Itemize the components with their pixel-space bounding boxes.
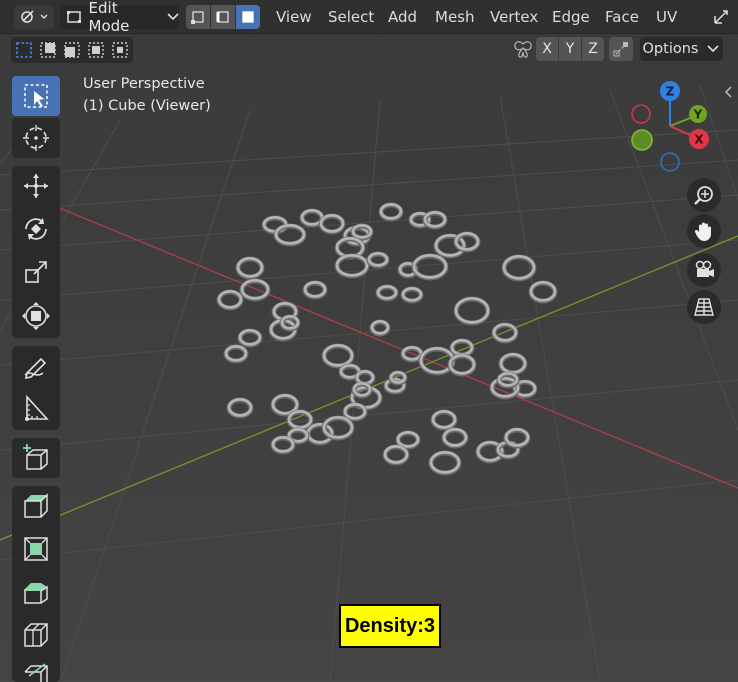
add-cube-icon: [23, 444, 48, 470]
gizmo-neg-y: [631, 129, 653, 151]
gizmo-z-label: Z: [666, 85, 675, 99]
auto-merge-button[interactable]: [609, 37, 633, 61]
tool-select-box[interactable]: [12, 76, 60, 116]
pan-hand-icon: [694, 222, 711, 241]
gizmo-y-label: Y: [693, 108, 703, 122]
rotate-icon: [25, 218, 47, 240]
mirror-y-label: Y: [565, 41, 575, 57]
select-mode-group: [11, 37, 133, 63]
select-intersect-icon[interactable]: [110, 40, 130, 60]
menu-add[interactable]: Add: [382, 6, 423, 28]
tool-move[interactable]: [12, 166, 60, 206]
auto-merge-icon: [613, 42, 628, 57]
face-select-mode-button[interactable]: [236, 5, 260, 29]
vertex-select-mode-button[interactable]: [186, 5, 210, 29]
editor-type-button[interactable]: [14, 5, 54, 29]
edit-mode-icon: [67, 11, 81, 23]
menu-vertex[interactable]: Vertex: [484, 6, 544, 28]
vertex-mode-icon: [191, 11, 204, 24]
camera-view-button[interactable]: [687, 253, 721, 287]
tool-cursor[interactable]: [12, 118, 60, 158]
mirror-z-label: Z: [588, 41, 598, 57]
tool-measure[interactable]: [12, 388, 60, 428]
tool-annotate[interactable]: [12, 346, 60, 386]
cursor-icon: [23, 125, 49, 151]
scale-icon: [25, 261, 47, 283]
density-label: Density:3: [339, 604, 441, 648]
face-mode-icon: [242, 11, 254, 23]
knife-icon: [24, 663, 48, 682]
menu-mesh[interactable]: Mesh: [429, 6, 481, 28]
options-dropdown[interactable]: Options: [640, 37, 723, 61]
select-extend-icon[interactable]: [38, 40, 58, 60]
chevron-down-icon: [707, 45, 720, 53]
gizmo-neg-z: [660, 152, 680, 172]
annotate-icon: [24, 357, 47, 380]
tool-inset[interactable]: [12, 529, 60, 569]
select-new-icon[interactable]: [14, 40, 34, 60]
header-bar: Edit Mode View Select Add Mesh Vertex Ed…: [0, 0, 738, 35]
menu-view[interactable]: View: [270, 6, 318, 28]
tool-bevel[interactable]: [12, 572, 60, 612]
tool-scale[interactable]: [12, 252, 60, 292]
sidebar-toggle-icon[interactable]: [722, 84, 736, 100]
mirror-x-label: X: [542, 41, 552, 57]
mirror-x-button[interactable]: X: [536, 37, 558, 61]
select-invert-icon[interactable]: [86, 40, 106, 60]
editor-type-icon: [21, 10, 48, 23]
move-icon: [24, 174, 48, 198]
bevel-icon: [24, 583, 48, 604]
menu-edge[interactable]: Edge: [546, 6, 596, 28]
edge-select-mode-button[interactable]: [211, 5, 235, 29]
tool-transform[interactable]: [12, 296, 60, 336]
tool-knife[interactable]: [12, 658, 60, 682]
transform-orientation-icon: [714, 10, 728, 24]
ortho-toggle-button[interactable]: [687, 290, 721, 324]
inset-icon: [24, 537, 48, 561]
gizmo-x-label: X: [694, 133, 704, 147]
ortho-grid-icon: [694, 298, 714, 316]
mirror-butterfly-icon: [514, 41, 532, 58]
mode-label: Edit Mode: [88, 0, 130, 35]
tool-settings-bar: X Y Z Options: [0, 33, 738, 67]
extrude-icon: [24, 493, 48, 518]
perspective-label: User Perspective: [83, 76, 205, 92]
menu-face[interactable]: Face: [599, 6, 645, 28]
mode-dropdown[interactable]: Edit Mode: [60, 0, 179, 35]
pan-button[interactable]: [687, 214, 721, 248]
options-label: Options: [642, 41, 699, 57]
tool-add-cube[interactable]: [12, 438, 60, 478]
gizmo-neg-x: [631, 104, 651, 124]
navigation-gizmo[interactable]: Z Y X: [626, 78, 722, 174]
tool-rotate[interactable]: [12, 209, 60, 249]
transform-orientation-button[interactable]: [708, 5, 734, 29]
edge-mode-icon: [216, 11, 229, 23]
transform-icon: [22, 302, 50, 330]
zoom-button[interactable]: [687, 178, 721, 212]
measure-icon: [25, 394, 49, 421]
tool-loop-cut[interactable]: [12, 615, 60, 655]
tool-extrude[interactable]: [12, 486, 60, 526]
mirror-z-button[interactable]: Z: [582, 37, 604, 61]
camera-icon: [695, 260, 714, 277]
zoom-icon: [694, 186, 713, 205]
chevron-down-icon: [167, 13, 179, 21]
select-subtract-icon[interactable]: [62, 40, 82, 60]
select-box-icon: [24, 84, 48, 108]
mirror-y-button[interactable]: Y: [559, 37, 581, 61]
menu-uv[interactable]: UV: [650, 6, 683, 28]
loop-cut-icon: [24, 623, 48, 647]
menu-select[interactable]: Select: [322, 6, 380, 28]
object-label: (1) Cube (Viewer): [83, 98, 211, 114]
